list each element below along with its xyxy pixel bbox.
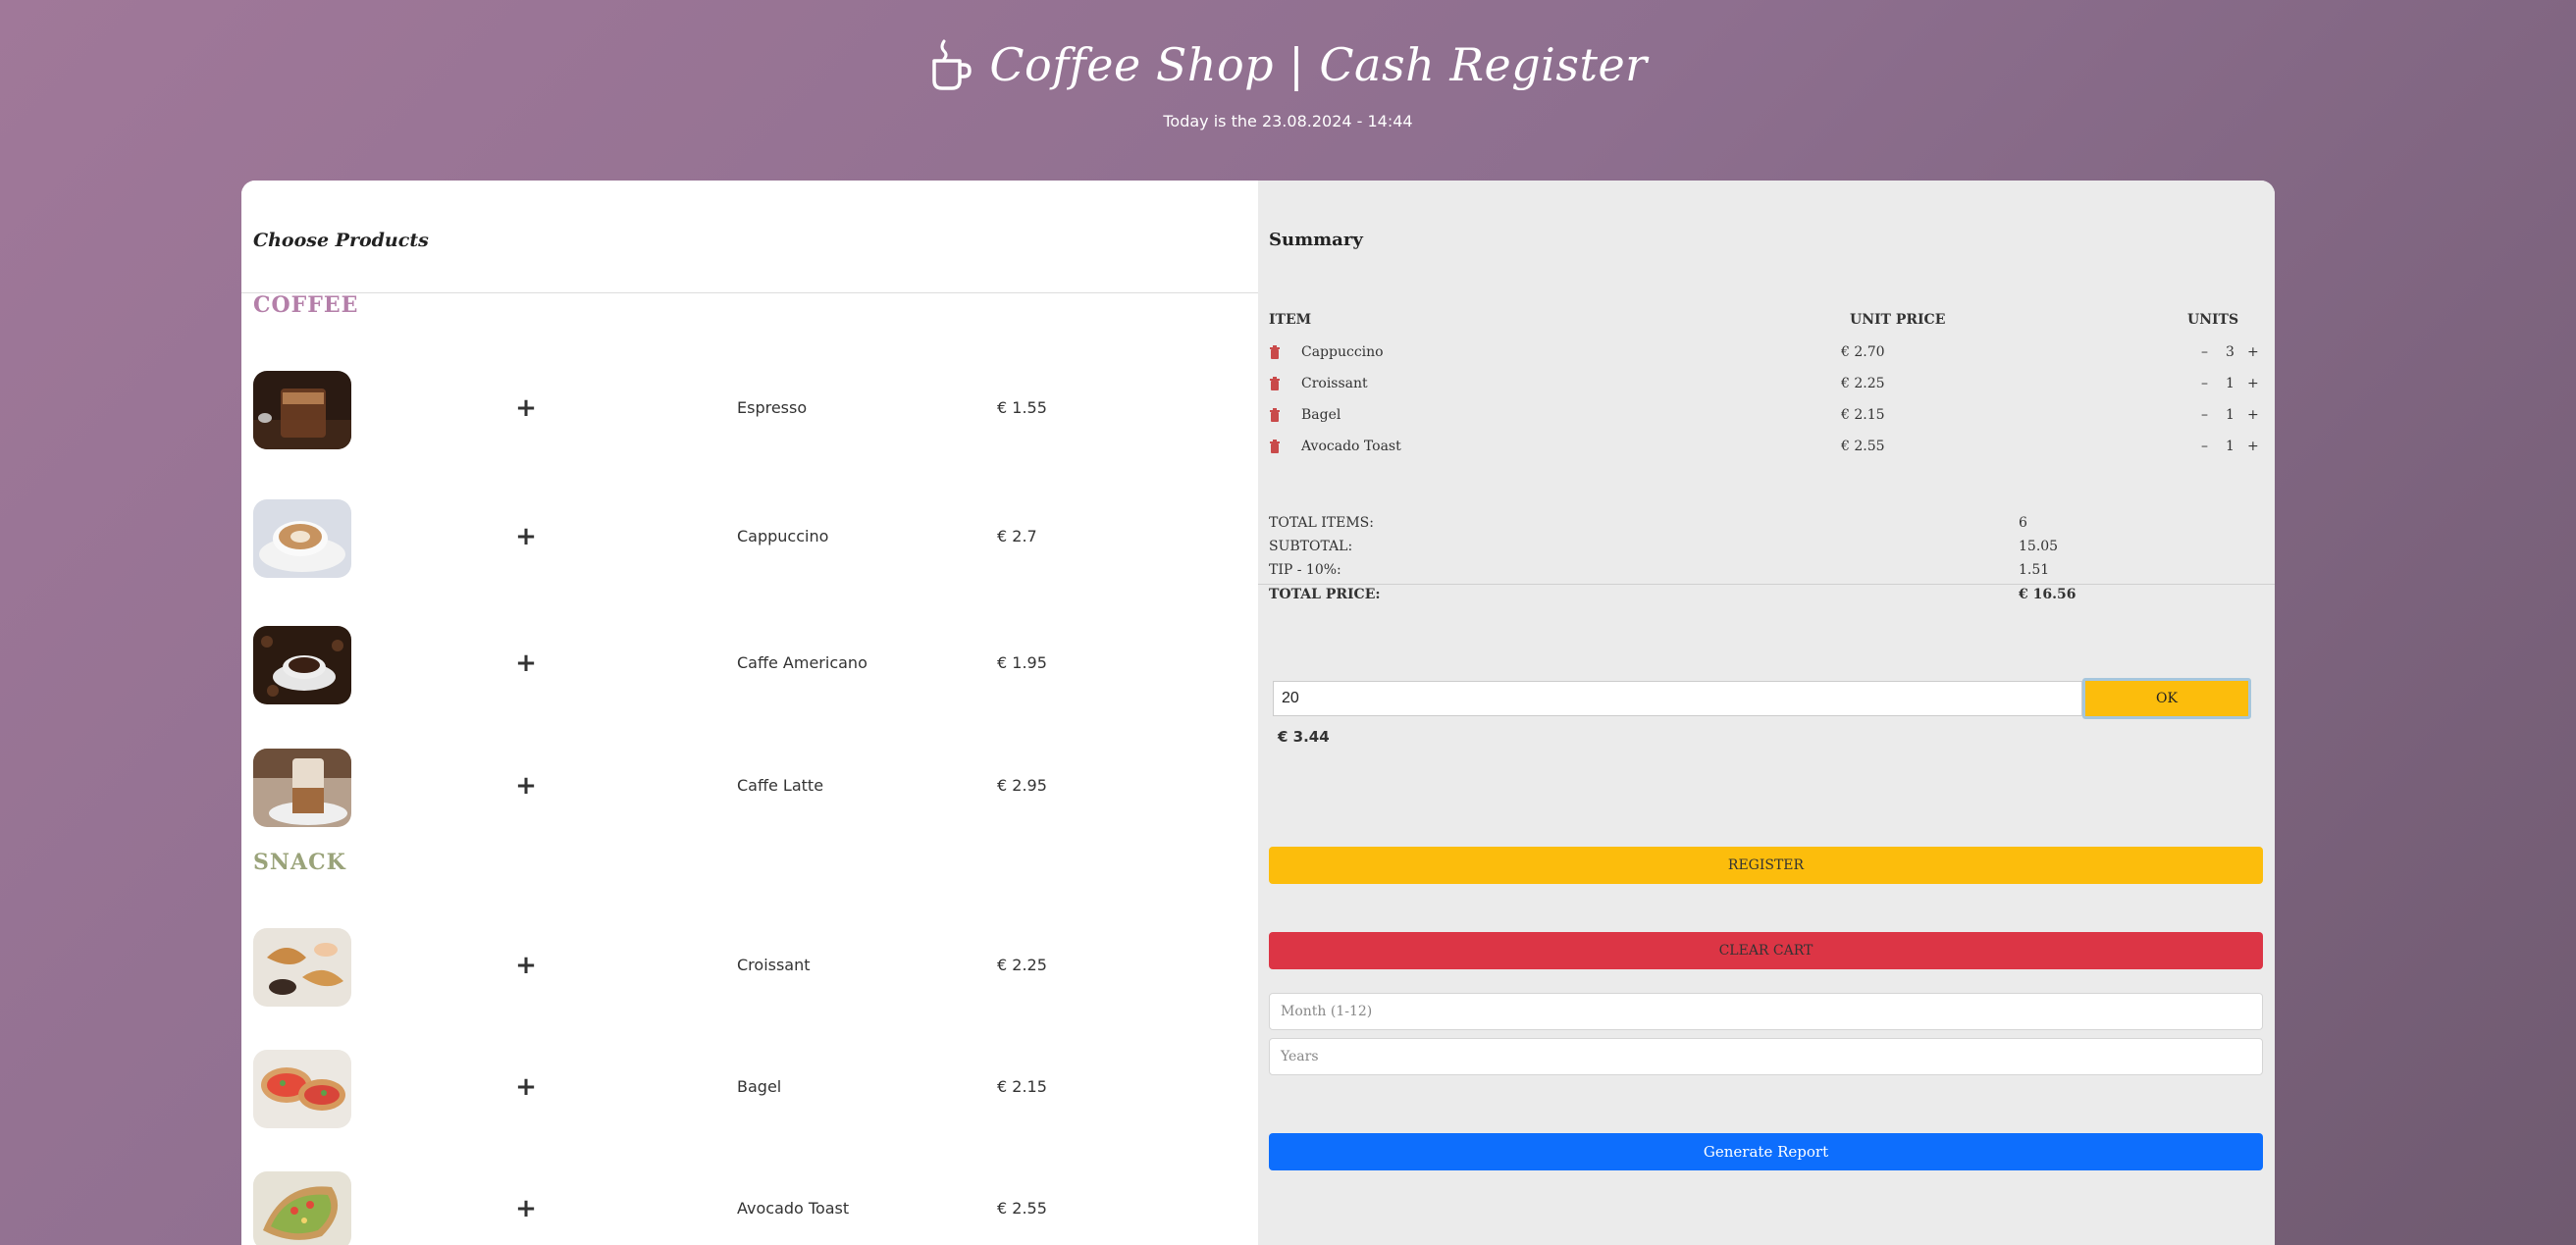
product-image-latte bbox=[253, 749, 351, 827]
subtotal-value: 15.05 bbox=[2019, 539, 2059, 554]
years-input[interactable]: Years bbox=[1269, 1038, 2263, 1075]
cart-item-price: € 2.25 bbox=[1841, 376, 1885, 391]
product-row: + Caffe Americano € 1.95 bbox=[241, 626, 1258, 704]
total-items-value: 6 bbox=[2019, 515, 2027, 531]
register-button[interactable]: REGISTER bbox=[1269, 847, 2263, 884]
product-image-espresso bbox=[253, 371, 351, 449]
product-row: + Caffe Latte € 2.95 bbox=[241, 749, 1258, 827]
add-espresso-button[interactable]: + bbox=[506, 389, 546, 428]
change-amount: € 3.44 bbox=[1278, 728, 1330, 746]
totals-divider bbox=[1258, 584, 2275, 585]
product-name: Avocado Toast bbox=[737, 1199, 850, 1218]
trash-icon[interactable] bbox=[1269, 377, 1281, 390]
increase-quantity-button[interactable]: + bbox=[2247, 344, 2259, 360]
page-title: Coffee Shop | Cash Register bbox=[989, 38, 1648, 91]
payment-amount-input[interactable]: 20 bbox=[1273, 681, 2082, 716]
page-header: Coffee Shop | Cash Register bbox=[0, 37, 2576, 92]
column-header-units: UNITS bbox=[2187, 312, 2239, 328]
add-bagel-button[interactable]: + bbox=[506, 1067, 546, 1107]
ok-button[interactable]: OK bbox=[2082, 678, 2251, 719]
trash-icon[interactable] bbox=[1269, 440, 1281, 453]
date-line: Today is the 23.08.2024 - 14:44 bbox=[1163, 112, 1413, 130]
product-row: + Cappuccino € 2.7 bbox=[241, 499, 1258, 578]
cart-item-name: Cappuccino bbox=[1301, 344, 1384, 360]
trash-icon[interactable] bbox=[1269, 408, 1281, 422]
product-name: Cappuccino bbox=[737, 527, 829, 545]
summary-panel: Summary ITEM UNIT PRICE UNITS Cappuccino… bbox=[1258, 181, 2275, 1245]
product-image-bagel bbox=[253, 1050, 351, 1128]
total-price-value: € 16.56 bbox=[2019, 587, 2077, 602]
product-image-avocado-toast bbox=[253, 1171, 351, 1245]
column-header-unit-price: UNIT PRICE bbox=[1850, 312, 1946, 328]
cart-item-quantity: 3 bbox=[2226, 344, 2234, 360]
increase-quantity-button[interactable]: + bbox=[2247, 376, 2259, 391]
clear-cart-button[interactable]: CLEAR CART bbox=[1269, 932, 2263, 969]
column-header-item: ITEM bbox=[1269, 312, 1312, 328]
product-image-croissant bbox=[253, 928, 351, 1007]
cart-row: Cappuccino € 2.70 – 3 + bbox=[1258, 341, 2275, 371]
cart-item-price: € 2.15 bbox=[1841, 407, 1885, 423]
generate-report-button[interactable]: Generate Report bbox=[1269, 1133, 2263, 1170]
total-price-label: TOTAL PRICE: bbox=[1269, 587, 1381, 602]
products-panel: Choose Products COFFEE + Espresso € 1.55 bbox=[241, 181, 1258, 1245]
product-row: + Espresso € 1.55 bbox=[241, 371, 1258, 449]
divider bbox=[241, 292, 1258, 293]
add-croissant-button[interactable]: + bbox=[506, 946, 546, 985]
add-cappuccino-button[interactable]: + bbox=[506, 517, 546, 556]
increase-quantity-button[interactable]: + bbox=[2247, 439, 2259, 454]
cart-item-quantity: 1 bbox=[2226, 407, 2234, 423]
cart-item-price: € 2.55 bbox=[1841, 439, 1885, 454]
product-image-americano bbox=[253, 626, 351, 704]
product-row: + Bagel € 2.15 bbox=[241, 1050, 1258, 1128]
subtotal-label: SUBTOTAL: bbox=[1269, 539, 1353, 554]
decrease-quantity-button[interactable]: – bbox=[2201, 344, 2208, 360]
decrease-quantity-button[interactable]: – bbox=[2201, 376, 2208, 391]
cart-item-quantity: 1 bbox=[2226, 376, 2234, 391]
cart-row: Croissant € 2.25 – 1 + bbox=[1258, 373, 2275, 402]
product-price: € 1.55 bbox=[997, 398, 1047, 417]
product-price: € 1.95 bbox=[997, 653, 1047, 672]
total-items-label: TOTAL ITEMS: bbox=[1269, 515, 1374, 531]
summary-title: Summary bbox=[1269, 230, 1363, 250]
product-price: € 2.55 bbox=[997, 1199, 1047, 1218]
product-price: € 2.25 bbox=[997, 956, 1047, 974]
cart-item-price: € 2.70 bbox=[1841, 344, 1885, 360]
products-title: Choose Products bbox=[253, 230, 429, 251]
product-name: Caffe Latte bbox=[737, 776, 824, 795]
product-price: € 2.7 bbox=[997, 527, 1037, 545]
product-price: € 2.95 bbox=[997, 776, 1047, 795]
cart-row: Avocado Toast € 2.55 – 1 + bbox=[1258, 436, 2275, 465]
trash-icon[interactable] bbox=[1269, 345, 1281, 359]
cart-item-name: Avocado Toast bbox=[1301, 439, 1401, 454]
add-latte-button[interactable]: + bbox=[506, 766, 546, 805]
tip-label: TIP - 10%: bbox=[1269, 562, 1341, 578]
register-card: Choose Products COFFEE + Espresso € 1.55 bbox=[241, 181, 2275, 1245]
cart-row: Bagel € 2.15 – 1 + bbox=[1258, 404, 2275, 434]
product-image-cappuccino bbox=[253, 499, 351, 578]
tip-value: 1.51 bbox=[2019, 562, 2050, 578]
coffee-cup-icon bbox=[932, 39, 973, 90]
product-price: € 2.15 bbox=[997, 1077, 1047, 1096]
product-name: Espresso bbox=[737, 398, 808, 417]
add-americano-button[interactable]: + bbox=[506, 644, 546, 683]
decrease-quantity-button[interactable]: – bbox=[2201, 439, 2208, 454]
product-row: + Croissant € 2.25 bbox=[241, 928, 1258, 1007]
cart-item-name: Bagel bbox=[1301, 407, 1341, 423]
increase-quantity-button[interactable]: + bbox=[2247, 407, 2259, 423]
product-name: Caffe Americano bbox=[737, 653, 867, 672]
category-coffee-label: COFFEE bbox=[253, 292, 359, 318]
product-row: + Avocado Toast € 2.55 bbox=[241, 1171, 1258, 1245]
month-input[interactable]: Month (1-12) bbox=[1269, 993, 2263, 1030]
add-avocado-toast-button[interactable]: + bbox=[506, 1189, 546, 1228]
decrease-quantity-button[interactable]: – bbox=[2201, 407, 2208, 423]
category-snack-label: SNACK bbox=[253, 850, 346, 875]
product-name: Bagel bbox=[737, 1077, 782, 1096]
product-name: Croissant bbox=[737, 956, 811, 974]
cart-item-name: Croissant bbox=[1301, 376, 1368, 391]
cart-item-quantity: 1 bbox=[2226, 439, 2234, 454]
